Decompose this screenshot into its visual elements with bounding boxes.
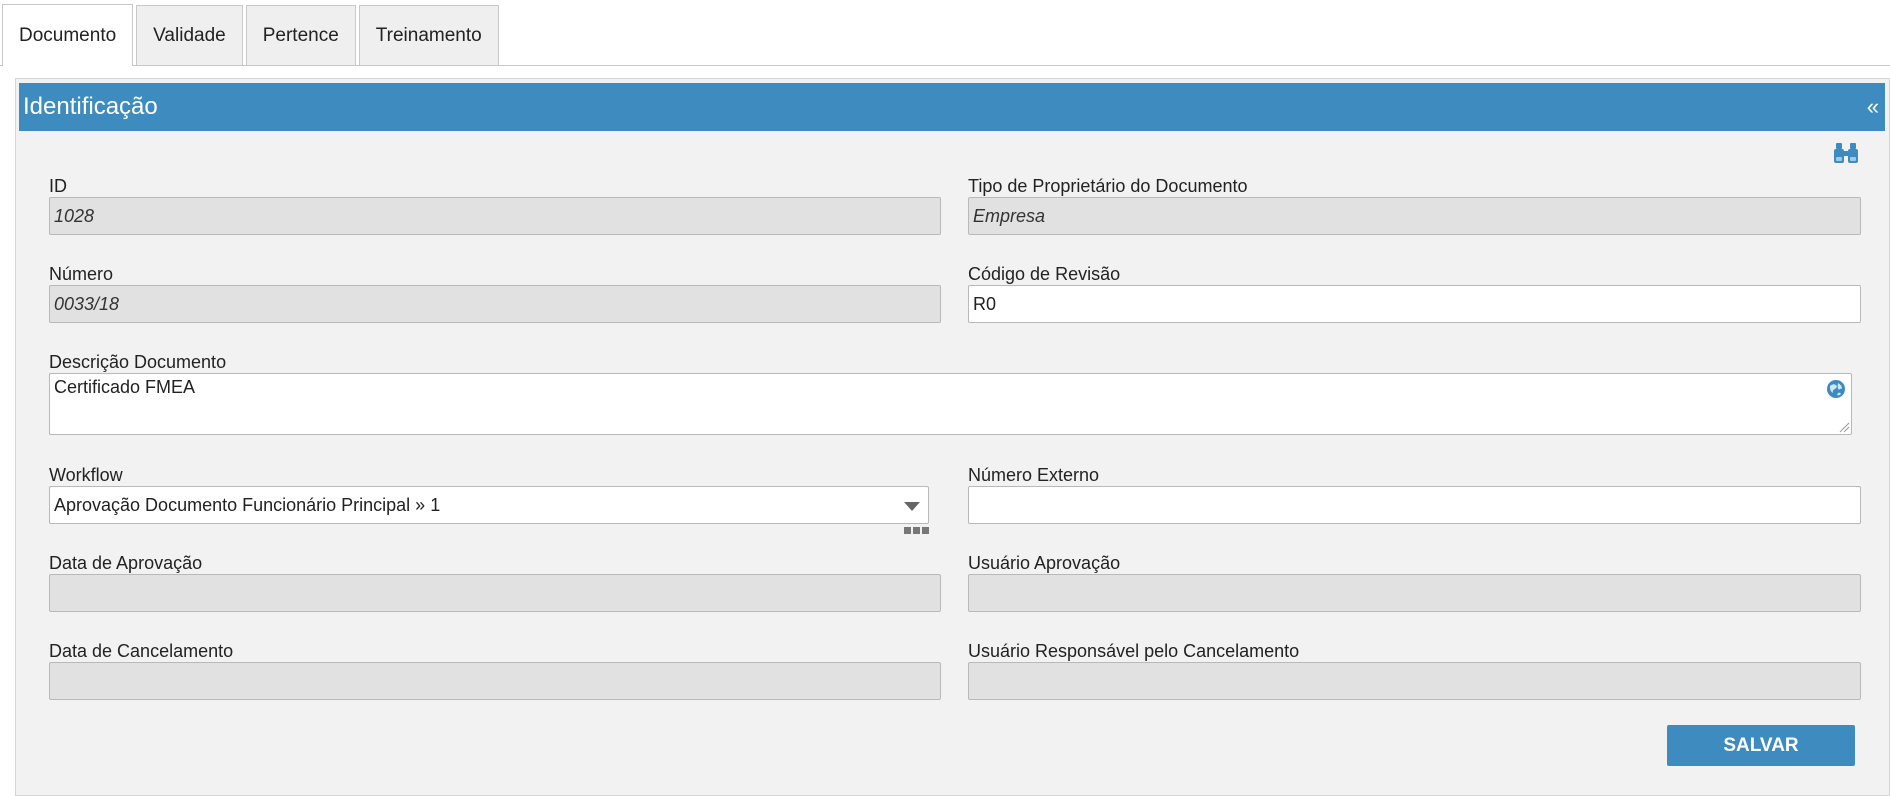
- tab-bar: Documento Validade Pertence Treinamento: [2, 4, 502, 66]
- tab-treinamento[interactable]: Treinamento: [358, 5, 499, 66]
- tab-divider: [0, 65, 1890, 66]
- panel-header: Identificação «: [19, 83, 1885, 131]
- cancel-user-label: Usuário Responsável pelo Cancelamento: [968, 641, 1300, 661]
- owner-type-label: Tipo de Proprietário do Documento: [968, 176, 1248, 196]
- revision-code-label: Código de Revisão: [968, 264, 1121, 284]
- approval-date-input: [49, 574, 941, 612]
- save-button[interactable]: SALVAR: [1667, 725, 1855, 766]
- cancel-date-label: Data de Cancelamento: [49, 641, 234, 661]
- workflow-select[interactable]: Aprovação Documento Funcionário Principa…: [49, 486, 929, 524]
- cancel-user-field-group: Usuário Responsável pelo Cancelamento: [968, 640, 1861, 700]
- cancel-user-input: [968, 662, 1861, 700]
- cancel-date-input: [49, 662, 941, 700]
- approval-user-field-group: Usuário Aprovação: [968, 552, 1861, 612]
- id-input: 1028: [49, 197, 941, 235]
- workflow-label: Workflow: [49, 465, 123, 485]
- owner-type-field-group: Tipo de Proprietário do Documento Empres…: [968, 175, 1861, 235]
- revision-code-field-group: Código de Revisão R0: [968, 263, 1861, 323]
- numero-input: 0033/18: [49, 285, 941, 323]
- id-field-group: ID 1028: [49, 175, 941, 235]
- panel-title: Identificação: [23, 93, 158, 120]
- more-options-icon[interactable]: [904, 527, 929, 534]
- description-label: Descrição Documento: [49, 352, 227, 372]
- id-label: ID: [49, 176, 67, 196]
- numero-label: Número: [49, 264, 114, 284]
- approval-date-field-group: Data de Aprovação: [49, 552, 941, 612]
- description-textarea[interactable]: Certificado FMEA: [49, 373, 1852, 435]
- approval-date-label: Data de Aprovação: [49, 553, 203, 573]
- cancel-date-field-group: Data de Cancelamento: [49, 640, 941, 700]
- approval-user-label: Usuário Aprovação: [968, 553, 1121, 573]
- tab-validade[interactable]: Validade: [136, 5, 243, 66]
- collapse-button[interactable]: «: [1867, 96, 1879, 118]
- identification-panel: Identificação « ID 1028 Tipo de Propriet…: [15, 78, 1890, 796]
- description-text: Certificado FMEA: [54, 377, 196, 397]
- approval-user-input: [968, 574, 1861, 612]
- workflow-selected-value: Aprovação Documento Funcionário Principa…: [54, 494, 441, 515]
- resize-grip-icon[interactable]: [1838, 421, 1850, 433]
- external-number-label: Número Externo: [968, 465, 1100, 485]
- chevron-down-icon[interactable]: [904, 502, 920, 511]
- revision-code-input[interactable]: R0: [968, 285, 1861, 323]
- owner-type-input: Empresa: [968, 197, 1861, 235]
- tab-pertence[interactable]: Pertence: [245, 5, 356, 66]
- external-number-input[interactable]: [968, 486, 1861, 524]
- workflow-field-group: Workflow Aprovação Documento Funcionário…: [49, 464, 929, 524]
- tab-documento[interactable]: Documento: [2, 4, 134, 66]
- globe-icon[interactable]: [1826, 379, 1846, 399]
- numero-field-group: Número 0033/18: [49, 263, 941, 323]
- description-field-group: Descrição Documento Certificado FMEA: [49, 351, 1852, 435]
- external-number-field-group: Número Externo: [968, 464, 1861, 524]
- binoculars-icon[interactable]: [1833, 141, 1859, 165]
